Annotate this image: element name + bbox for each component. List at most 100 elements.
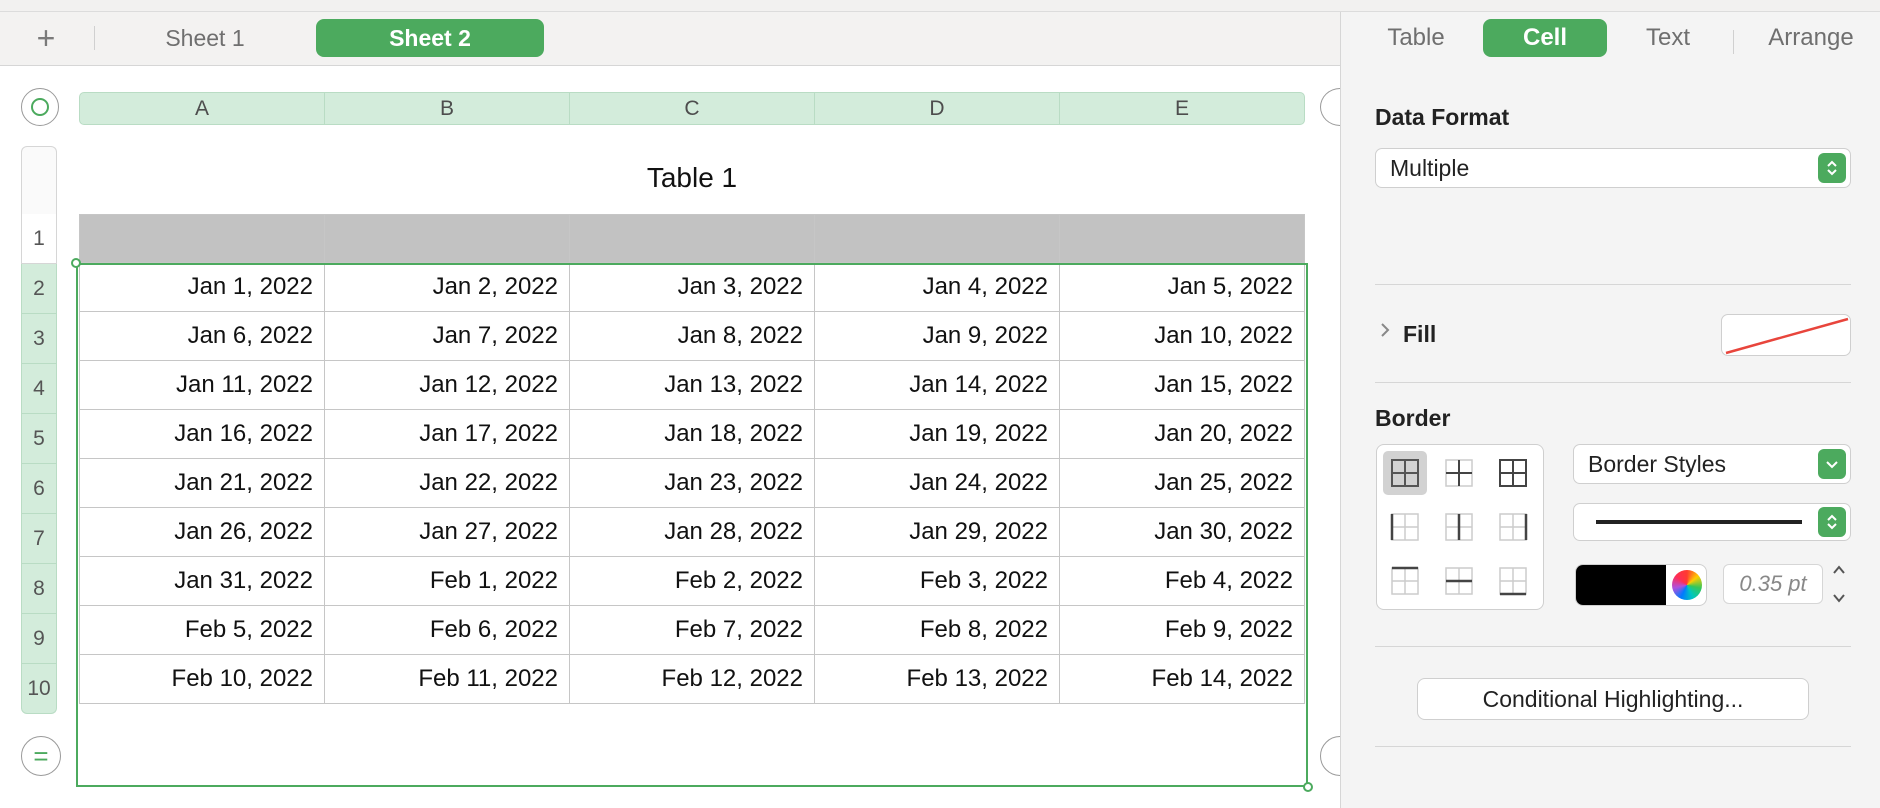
table-cell[interactable]: Feb 11, 2022 [324,654,570,704]
row-header-10[interactable]: 10 [21,664,57,714]
table-cell[interactable]: Feb 7, 2022 [569,605,815,655]
border-bottom-icon[interactable] [1491,559,1535,603]
table-cell[interactable]: Jan 20, 2022 [1059,409,1305,459]
row-header-7[interactable]: 7 [21,514,57,564]
table-cell[interactable]: Feb 3, 2022 [814,556,1060,606]
table-cell[interactable]: Feb 6, 2022 [324,605,570,655]
table-cell[interactable]: Jan 25, 2022 [1059,458,1305,508]
row-header-8[interactable]: 8 [21,564,57,614]
border-vertical-center-icon[interactable] [1437,505,1481,549]
row-header-9[interactable]: 9 [21,614,57,664]
border-all-inner-icon[interactable] [1383,451,1427,495]
table-cell[interactable]: Jan 1, 2022 [79,262,325,312]
table-title[interactable]: Table 1 [79,162,1305,194]
table-cell[interactable]: Feb 1, 2022 [324,556,570,606]
tab-sheet-2[interactable]: Sheet 2 [316,19,544,57]
select-table-handle[interactable] [21,88,59,126]
header-cell[interactable] [1059,214,1305,263]
add-row-button[interactable]: = [21,736,61,776]
fill-swatch[interactable] [1721,314,1851,356]
table-cell[interactable]: Jan 16, 2022 [79,409,325,459]
border-top-icon[interactable] [1383,559,1427,603]
table-cell[interactable]: Jan 28, 2022 [569,507,815,557]
border-color-well[interactable] [1575,564,1707,606]
border-horizontal-center-icon[interactable] [1437,559,1481,603]
table-cell[interactable]: Jan 23, 2022 [569,458,815,508]
selection-handle-bottom-right[interactable] [1303,782,1313,792]
chevron-right-icon[interactable] [1379,321,1391,345]
table-cell[interactable]: Jan 22, 2022 [324,458,570,508]
border-all-icon[interactable] [1491,451,1535,495]
border-inner-icon[interactable] [1437,451,1481,495]
row-header-2[interactable]: 2 [21,264,57,314]
row-header-1[interactable]: 1 [21,214,57,264]
table-cell[interactable]: Feb 14, 2022 [1059,654,1305,704]
table-cell[interactable]: Jan 4, 2022 [814,262,1060,312]
table-cell[interactable]: Jan 3, 2022 [569,262,815,312]
table-cell[interactable]: Jan 5, 2022 [1059,262,1305,312]
row-header-4[interactable]: 4 [21,364,57,414]
table-cell[interactable]: Jan 19, 2022 [814,409,1060,459]
add-sheet-button[interactable]: + [28,20,64,56]
chevron-down-icon[interactable] [1832,592,1846,604]
color-wheel-icon[interactable] [1672,570,1702,600]
table-cell[interactable]: Jan 24, 2022 [814,458,1060,508]
table-cell[interactable]: Jan 6, 2022 [79,311,325,361]
conditional-highlighting-button[interactable]: Conditional Highlighting... [1417,678,1809,720]
table-cell[interactable]: Feb 5, 2022 [79,605,325,655]
table-cell[interactable]: Jan 12, 2022 [324,360,570,410]
header-cell[interactable] [324,214,570,263]
table-cell[interactable]: Jan 7, 2022 [324,311,570,361]
table-cell[interactable]: Jan 15, 2022 [1059,360,1305,410]
border-width-field[interactable]: 0.35 pt [1723,564,1823,604]
table-cell[interactable]: Jan 26, 2022 [79,507,325,557]
table-cell[interactable]: Jan 27, 2022 [324,507,570,557]
table-cell[interactable]: Feb 4, 2022 [1059,556,1305,606]
tab-arrange[interactable]: Arrange [1741,19,1880,57]
table-cell[interactable]: Jan 30, 2022 [1059,507,1305,557]
table-cell[interactable]: Feb 13, 2022 [814,654,1060,704]
column-header-d[interactable]: D [814,93,1059,124]
tab-sheet-1[interactable]: Sheet 1 [110,19,300,57]
border-color-swatch[interactable] [1576,565,1666,605]
table-cell[interactable]: Jan 29, 2022 [814,507,1060,557]
header-cell[interactable] [79,214,325,263]
tab-cell[interactable]: Cell [1483,19,1607,57]
table-cell[interactable]: Jan 2, 2022 [324,262,570,312]
border-right-icon[interactable] [1491,505,1535,549]
table-cell[interactable]: Jan 10, 2022 [1059,311,1305,361]
table-cell[interactable]: Jan 18, 2022 [569,409,815,459]
border-width-stepper[interactable] [1827,564,1851,604]
column-header-b[interactable]: B [324,93,569,124]
table-cell[interactable]: Jan 31, 2022 [79,556,325,606]
header-cell[interactable] [569,214,815,263]
tab-text[interactable]: Text [1613,19,1723,57]
border-styles-popup[interactable]: Border Styles [1573,444,1851,484]
header-cell[interactable] [814,214,1060,263]
column-header-e[interactable]: E [1059,93,1304,124]
line-style-popup[interactable] [1573,503,1851,541]
chevron-up-icon[interactable] [1832,564,1846,576]
row-header-3[interactable]: 3 [21,314,57,364]
table-cell[interactable]: Feb 12, 2022 [569,654,815,704]
table-cell[interactable]: Feb 10, 2022 [79,654,325,704]
row-header-5[interactable]: 5 [21,414,57,464]
table-cell[interactable]: Jan 9, 2022 [814,311,1060,361]
fill-label[interactable]: Fill [1403,321,1436,348]
table-cell[interactable]: Feb 9, 2022 [1059,605,1305,655]
table-cell[interactable]: Feb 8, 2022 [814,605,1060,655]
table-cell[interactable]: Jan 14, 2022 [814,360,1060,410]
tab-table[interactable]: Table [1361,19,1471,57]
table-cell[interactable]: Jan 17, 2022 [324,409,570,459]
column-header-c[interactable]: C [569,93,814,124]
row-header-6[interactable]: 6 [21,464,57,514]
selection-handle-top-left[interactable] [71,258,81,268]
border-left-icon[interactable] [1383,505,1427,549]
table-cell[interactable]: Jan 21, 2022 [79,458,325,508]
data-format-popup[interactable]: Multiple [1375,148,1851,188]
table-cell[interactable]: Jan 8, 2022 [569,311,815,361]
table-cell[interactable]: Feb 2, 2022 [569,556,815,606]
column-header-a[interactable]: A [80,93,324,124]
table-cell[interactable]: Jan 13, 2022 [569,360,815,410]
table-cell[interactable]: Jan 11, 2022 [79,360,325,410]
